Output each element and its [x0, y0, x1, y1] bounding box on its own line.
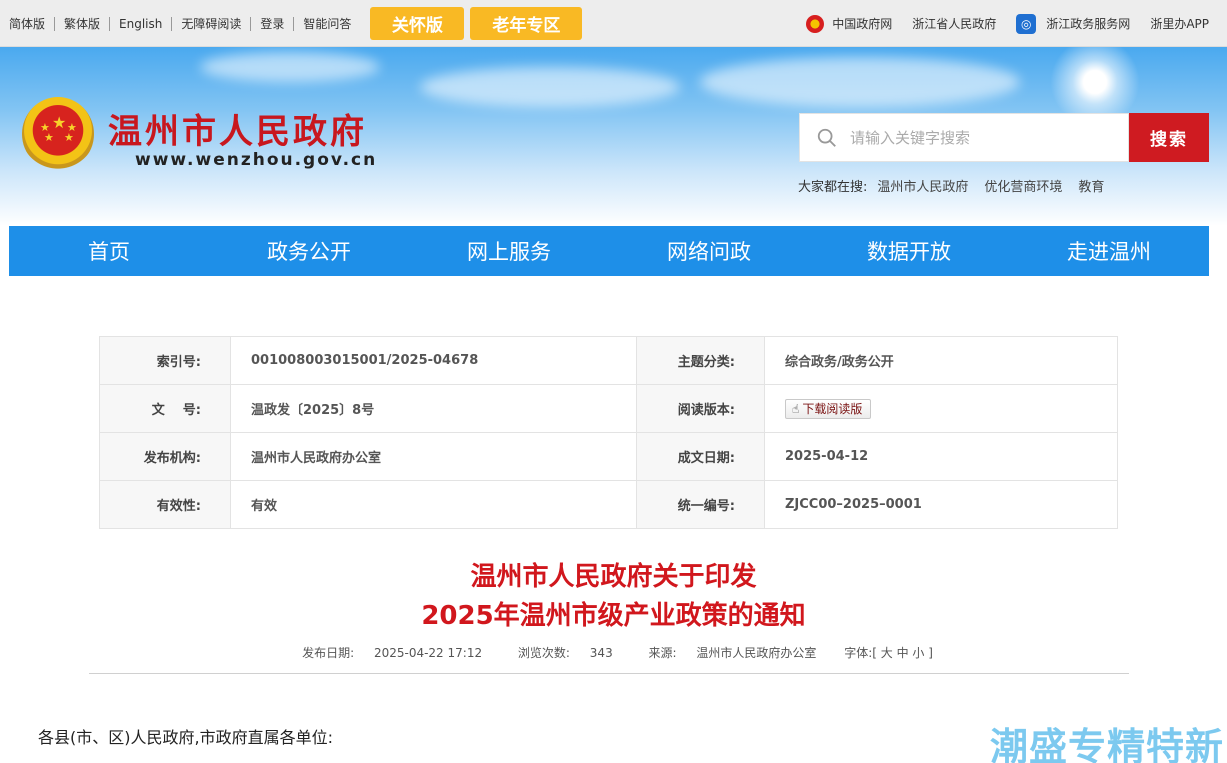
meta-row: 有效性: 有效 统一编号: ZJCC00–2025–0001 — [99, 480, 1118, 529]
document-meta-table: 索引号: 001008003015001/2025-04678 主题分类: 综合… — [99, 336, 1118, 529]
hot-keyword-link[interactable]: 教育 — [1078, 176, 1104, 195]
article-salutation: 各县(市、区)人民政府,市政府直属各单位: — [38, 728, 333, 747]
zheliban-app-link[interactable]: 浙里办APP — [1150, 15, 1209, 32]
document-number-label: 文 号: — [99, 384, 231, 433]
article-title-line1: 温州市人民政府关于印发 — [470, 562, 757, 592]
index-number-value: 001008003015001/2025-04678 — [230, 336, 637, 385]
publish-date-value: 2025-04-22 17:12 — [373, 646, 483, 660]
china-gov-link[interactable]: 中国政府网 — [806, 14, 893, 33]
hot-keyword-link[interactable]: 温州市人民政府 — [877, 176, 968, 195]
download-reading-version-button[interactable]: ☝ 下载阅读版 — [785, 398, 872, 419]
article-title-line2: 2025年温州市级产业政策的通知 — [421, 601, 806, 631]
hot-keyword-link[interactable]: 优化营商环境 — [984, 176, 1062, 195]
source-group: 来源: 温州市人民政府办公室 — [641, 646, 825, 660]
nav-item-home[interactable]: 首页 — [9, 226, 209, 276]
meta-row: 发布机构: 温州市人民政府办公室 成文日期: 2025-04-12 — [99, 432, 1118, 481]
unified-number-label: 统一编号: — [636, 480, 765, 529]
cloud-decoration — [700, 57, 1020, 107]
meta-row: 文 号: 温政发〔2025〕8号 阅读版本: ☝ 下载阅读版 — [99, 384, 1118, 433]
meta-row: 索引号: 001008003015001/2025-04678 主题分类: 综合… — [99, 336, 1118, 385]
nav-item-open-data[interactable]: 数据开放 — [809, 226, 1009, 276]
top-right-links: 中国政府网 浙江省人民政府 ◎ 浙江政务服务网 浙里办APP — [786, 0, 1209, 47]
topic-category-label: 主题分类: — [636, 336, 765, 385]
document-number-value: 温政发〔2025〕8号 — [230, 384, 637, 433]
smart-qa-link[interactable]: 智能问答 — [294, 17, 360, 31]
article-info-bar: 发布日期: 2025-04-22 17:12 浏览次数: 343 来源: 温州市… — [0, 644, 1227, 661]
nav-item-about-wenzhou[interactable]: 走进温州 — [1009, 226, 1209, 276]
reading-version-label: 阅读版本: — [636, 384, 765, 433]
search-icon — [817, 128, 836, 147]
reading-version-cell: ☝ 下载阅读版 — [764, 384, 1118, 433]
topic-category-value: 综合政务/政务公开 — [764, 336, 1118, 385]
search-button[interactable]: 搜索 — [1129, 113, 1209, 162]
main-nav: 首页 政务公开 网上服务 网络问政 数据开放 走进温州 — [9, 226, 1209, 276]
zhejiang-service-link[interactable]: ◎ 浙江政务服务网 — [1016, 13, 1131, 34]
drafted-date-value: 2025-04-12 — [764, 432, 1118, 481]
zhejiang-service-icon: ◎ — [1016, 13, 1037, 34]
search-input[interactable] — [850, 128, 1110, 147]
top-left-links: 简体版 繁体版 English 无障碍阅读 登录 智能问答 关怀版 老年专区 — [0, 0, 583, 47]
simplified-chinese-link[interactable]: 简体版 — [0, 16, 56, 31]
views-label: 浏览次数: — [517, 646, 570, 660]
cloud-decoration — [420, 67, 680, 107]
top-utility-bar: 简体版 繁体版 English 无障碍阅读 登录 智能问答 关怀版 老年专区 中… — [0, 0, 1227, 47]
hand-pointer-icon: ☝ — [792, 401, 800, 416]
login-link[interactable]: 登录 — [251, 16, 295, 31]
nav-item-gov-affairs[interactable]: 政务公开 — [209, 226, 409, 276]
header-banner: ★ ★ ★ ★ ★ 温州市人民政府 www.wenzhou.gov.cn 搜索 … — [0, 47, 1227, 226]
issuing-agency-label: 发布机构: — [99, 432, 231, 481]
hot-search-label: 大家都在搜: — [798, 180, 868, 195]
zhejiang-service-label: 浙江政务服务网 — [1046, 17, 1131, 31]
source-value: 温州市人民政府办公室 — [696, 646, 817, 660]
publish-date-group: 发布日期: 2025-04-22 17:12 — [294, 646, 490, 660]
site-url: www.wenzhou.gov.cn — [135, 150, 378, 170]
publish-date-label: 发布日期: — [302, 646, 355, 660]
national-emblem-icon — [806, 14, 825, 33]
accessible-reading-link[interactable]: 无障碍阅读 — [172, 16, 252, 31]
site-name[interactable]: 温州市人民政府 — [108, 104, 367, 153]
elder-zone-button[interactable]: 老年专区 — [470, 7, 583, 40]
views-value: 343 — [589, 646, 613, 660]
search-box — [799, 113, 1129, 162]
national-emblem-logo: ★ ★ ★ ★ ★ — [22, 97, 94, 171]
nav-item-online-inquiry[interactable]: 网络问政 — [609, 226, 809, 276]
zhejiang-gov-link[interactable]: 浙江省人民政府 — [912, 15, 996, 32]
china-gov-label: 中国政府网 — [832, 17, 893, 31]
care-version-button[interactable]: 关怀版 — [370, 7, 465, 40]
issuing-agency-value: 温州市人民政府办公室 — [230, 432, 637, 481]
hot-searches: 大家都在搜: 温州市人民政府 优化营商环境 教育 — [798, 176, 1120, 195]
cloud-decoration — [200, 52, 380, 82]
unified-number-value: ZJCC00–2025–0001 — [764, 480, 1118, 529]
views-group: 浏览次数: 343 — [510, 646, 621, 660]
nav-item-online-services[interactable]: 网上服务 — [409, 226, 609, 276]
download-reading-version-label: 下载阅读版 — [802, 402, 863, 416]
english-link[interactable]: English — [110, 16, 173, 31]
validity-value: 有效 — [230, 480, 637, 529]
index-number-label: 索引号: — [99, 336, 231, 385]
traditional-chinese-link[interactable]: 繁体版 — [55, 16, 111, 31]
source-label: 来源: — [648, 646, 677, 660]
watermark-text: 潮盛专精特新 — [990, 725, 1225, 763]
divider — [89, 673, 1129, 674]
validity-label: 有效性: — [99, 480, 231, 529]
drafted-date-label: 成文日期: — [636, 432, 765, 481]
font-size-switcher[interactable]: 字体:[ 大 中 小 ] — [844, 646, 933, 660]
